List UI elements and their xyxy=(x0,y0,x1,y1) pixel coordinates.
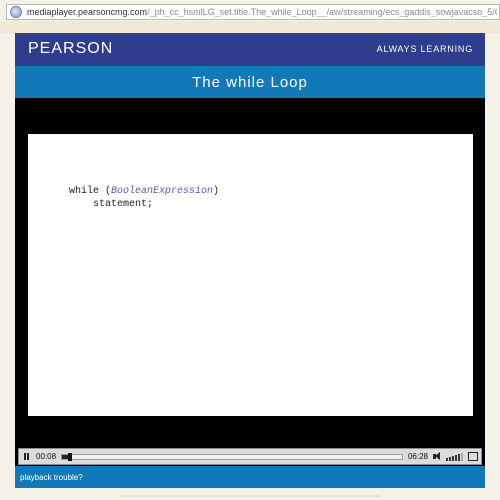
url-host: mediaplayer.pearsoncmg.com xyxy=(27,7,148,17)
code-keyword: while ( xyxy=(69,186,112,197)
browser-window: mediaplayer.pearsoncmg.com/_ph_cc_hsmlLG… xyxy=(0,0,500,500)
seek-bar[interactable] xyxy=(61,452,403,461)
code-close: ) xyxy=(213,186,220,197)
address-bar[interactable]: mediaplayer.pearsoncmg.com/_ph_cc_hsmlLG… xyxy=(6,4,500,20)
volume-bar[interactable] xyxy=(446,457,448,461)
video-title: The while Loop xyxy=(192,73,308,91)
media-player: PEARSON ALWAYS LEARNING The while Loop w… xyxy=(15,33,485,488)
globe-icon xyxy=(10,6,22,18)
duration: 06:28 xyxy=(407,452,428,461)
url-path: /_ph_cc_hsmlLG_set.title.The_while_Loop_… xyxy=(147,7,497,17)
playback-trouble-link[interactable]: playback trouble? xyxy=(20,473,83,482)
video-title-bar: The while Loop xyxy=(15,66,485,98)
volume-bar[interactable] xyxy=(455,454,457,461)
pearson-header: PEARSON ALWAYS LEARNING xyxy=(15,33,485,66)
tagline: ALWAYS LEARNING xyxy=(376,44,473,54)
seek-handle[interactable] xyxy=(67,452,72,461)
pearson-logo: PEARSON xyxy=(28,40,114,57)
address-url[interactable]: mediaplayer.pearsoncmg.com/_ph_cc_hsmlLG… xyxy=(27,7,497,17)
volume-bar[interactable] xyxy=(458,453,460,461)
bottom-divider xyxy=(120,495,380,497)
volume-bar[interactable] xyxy=(452,455,454,461)
pause-button[interactable] xyxy=(19,450,33,463)
player-controls: 00:08 06:28 xyxy=(18,448,482,465)
page-gap xyxy=(0,21,500,33)
code-statement: statement; xyxy=(93,199,154,210)
volume-bar[interactable] xyxy=(461,452,463,461)
current-time: 00:08 xyxy=(36,452,57,461)
volume-bars[interactable] xyxy=(446,452,463,461)
volume-control[interactable] xyxy=(433,452,463,461)
code-expression: BooleanExpression xyxy=(111,186,214,197)
code-block: while (BooleanExpression) statement; xyxy=(69,185,219,211)
fullscreen-icon[interactable] xyxy=(468,452,478,461)
slide: while (BooleanExpression) statement; xyxy=(28,134,473,416)
speaker-icon[interactable] xyxy=(433,452,443,461)
trouble-bar: playback trouble? xyxy=(15,466,485,488)
video-area[interactable]: while (BooleanExpression) statement; xyxy=(15,98,485,448)
volume-bar[interactable] xyxy=(449,456,451,461)
pause-icon xyxy=(23,453,29,460)
